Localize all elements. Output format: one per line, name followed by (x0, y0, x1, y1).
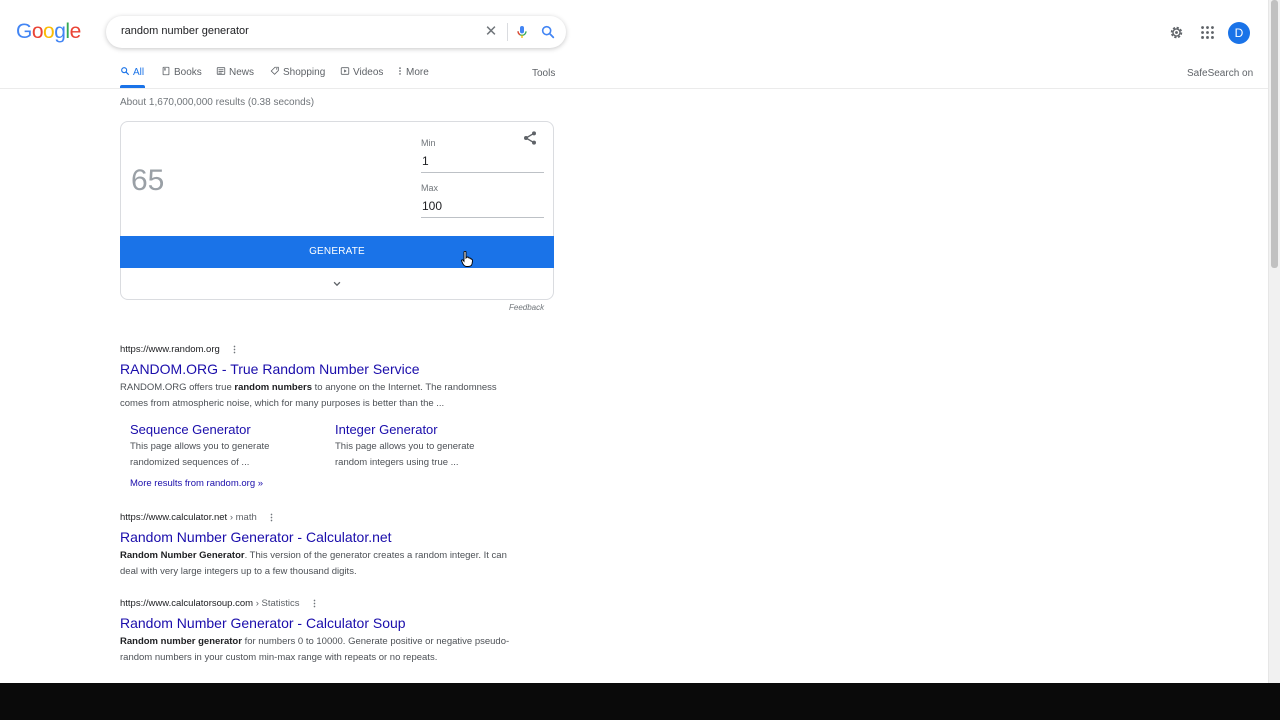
sitelink-title[interactable]: Integer Generator (335, 422, 505, 437)
tab-news[interactable]: News (216, 66, 254, 88)
tab-all[interactable]: All (120, 66, 145, 88)
logo-letter: o (31, 20, 44, 43)
tab-shopping[interactable]: Shopping (270, 66, 325, 88)
search-icon[interactable] (540, 24, 556, 40)
book-icon (162, 66, 170, 76)
snippet-text: RANDOM.ORG offers true (120, 382, 235, 393)
max-input[interactable]: 100 (422, 199, 442, 213)
max-input-underline (421, 217, 544, 218)
logo-letter: g (54, 20, 66, 43)
share-icon[interactable] (522, 130, 538, 146)
tools-button[interactable]: Tools (532, 68, 555, 79)
scrollbar-thumb[interactable] (1271, 0, 1278, 268)
min-input[interactable]: 1 (422, 154, 429, 168)
search-result: https://www.random.org RANDOM.ORG - True… (120, 344, 540, 412)
tab-label: More (406, 67, 429, 78)
generated-number: 65 (131, 164, 165, 197)
feedback-link[interactable]: Feedback (509, 303, 544, 312)
safesearch-status[interactable]: SafeSearch on (1187, 68, 1253, 79)
result-url-text: https://www.calculatorsoup.com (120, 598, 254, 609)
sitelink: Sequence Generator This page allows you … (130, 422, 300, 471)
apps-icon[interactable] (1199, 24, 1216, 41)
result-snippet: Random Number Generator. This version of… (120, 548, 525, 580)
more-results-link[interactable]: More results from random.org » (130, 478, 263, 489)
news-icon (216, 67, 226, 75)
header-divider (0, 88, 1268, 89)
search-divider (507, 23, 508, 41)
result-breadcrumb: › Statistics (253, 598, 300, 609)
bottom-bar (0, 683, 1280, 720)
search-box[interactable]: random number generator ✕ (106, 16, 566, 48)
result-title-link[interactable]: Random Number Generator - Calculator.net (120, 529, 540, 545)
more-vert-icon (399, 67, 401, 75)
gear-icon[interactable] (1168, 24, 1185, 41)
logo-letter: o (43, 20, 55, 43)
tab-label: News (229, 67, 255, 78)
result-snippet: RANDOM.ORG offers true random numbers to… (120, 380, 525, 412)
more-vert-icon[interactable] (313, 599, 316, 608)
result-url[interactable]: https://www.random.org (120, 344, 540, 355)
generate-button[interactable]: GENERATE (120, 236, 554, 268)
result-snippet: Random number generator for numbers 0 to… (120, 634, 525, 666)
result-url-text: https://www.random.org (120, 344, 220, 355)
tab-more[interactable]: More (397, 66, 429, 88)
tab-label: Shopping (283, 67, 326, 78)
hand-cursor-icon (461, 251, 473, 267)
logo-letter: e (69, 20, 82, 43)
tab-videos[interactable]: Videos (340, 66, 383, 88)
sitelink-description: This page allows you to generate random … (335, 441, 475, 468)
mic-icon[interactable] (514, 24, 530, 40)
tab-label: Books (174, 67, 202, 78)
result-stats: About 1,670,000,000 results (0.38 second… (120, 97, 315, 108)
result-url-text: https://www.calculator.net (120, 512, 228, 523)
result-url[interactable]: https://www.calculatorsoup.com › Statist… (120, 598, 540, 609)
max-label: Max (421, 183, 439, 193)
clear-icon[interactable]: ✕ (482, 23, 500, 41)
avatar[interactable]: D (1228, 22, 1250, 44)
result-title-link[interactable]: Random Number Generator - Calculator Sou… (120, 615, 540, 631)
play-icon (340, 67, 350, 75)
search-result: https://www.calculatorsoup.com › Statist… (120, 598, 540, 666)
sitelink-title[interactable]: Sequence Generator (130, 422, 300, 437)
search-results-page: Google random number generator ✕ D All B… (0, 0, 1268, 683)
search-icon (121, 67, 130, 76)
search-input[interactable]: random number generator (121, 25, 249, 37)
tab-label: Videos (353, 67, 384, 78)
tab-label: All (133, 67, 145, 78)
min-label: Min (421, 138, 436, 148)
sitelink: Integer Generator This page allows you t… (335, 422, 505, 471)
result-url[interactable]: https://www.calculator.net › math (120, 512, 540, 523)
search-result: https://www.calculator.net › math Random… (120, 512, 540, 580)
logo-letter: G (16, 20, 32, 43)
chevron-down-icon[interactable] (330, 277, 344, 291)
tab-books[interactable]: Books (161, 66, 202, 88)
result-title-link[interactable]: RANDOM.ORG - True Random Number Service (120, 361, 540, 377)
random-number-widget: 65 Min 1 Max 100 GENERATE (120, 121, 554, 300)
sitelink-description: This page allows you to generate randomi… (130, 441, 270, 468)
snippet-highlight: Random number generator (120, 636, 242, 647)
snippet-highlight: Random Number Generator (120, 550, 245, 561)
more-vert-icon[interactable] (233, 345, 236, 354)
snippet-highlight: random numbers (234, 382, 312, 393)
min-input-underline (421, 172, 544, 173)
google-logo[interactable]: Google (16, 20, 81, 44)
result-breadcrumb: › math (227, 512, 257, 523)
tag-icon (270, 66, 279, 75)
more-vert-icon[interactable] (270, 513, 273, 522)
vertical-scrollbar[interactable] (1268, 0, 1280, 683)
